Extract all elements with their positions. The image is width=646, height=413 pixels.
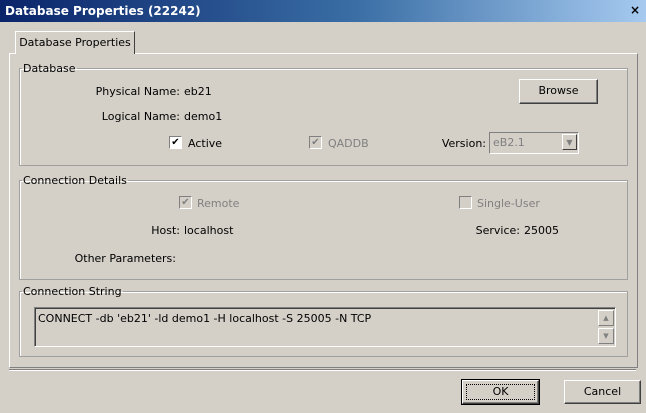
version-select: eB2.1 ▼ [489, 132, 579, 154]
ok-button[interactable]: OK [461, 379, 540, 405]
scroll-up-icon[interactable]: ▲ [598, 310, 614, 326]
footer-divider [9, 369, 636, 371]
close-icon[interactable]: × [627, 3, 643, 18]
version-value: eB2.1 [493, 136, 525, 149]
host-label: Host: [151, 224, 180, 237]
title-bar: Database Properties (22242) × [0, 0, 646, 22]
connection-string-value: CONNECT -db 'eb21' -ld demo1 -H localhos… [38, 312, 372, 325]
qaddb-checkbox: ✔ [309, 136, 322, 149]
service-label: Service: [475, 224, 520, 237]
cancel-button-label: Cancel [583, 385, 622, 398]
active-label: Active [188, 137, 223, 150]
tab-label: Database Properties [19, 36, 131, 49]
remote-checkbox: ✔ [179, 196, 192, 209]
connection-string-textarea[interactable]: CONNECT -db 'eb21' -ld demo1 -H localhos… [34, 307, 616, 347]
version-label: Version: [441, 137, 486, 150]
connection-details-legend: Connection Details [23, 174, 127, 187]
browse-button-label: Browse [538, 84, 579, 97]
physical-name-value: eb21 [184, 85, 212, 98]
cancel-button[interactable]: Cancel [564, 380, 641, 404]
active-checkbox[interactable]: ✔ [169, 136, 182, 149]
browse-button[interactable]: Browse [519, 79, 598, 104]
logical-name-value: demo1 [184, 110, 223, 123]
qaddb-label: QADDB [328, 137, 369, 150]
window-title: Database Properties (22242) [5, 4, 201, 18]
logical-name-label: Logical Name: [101, 110, 180, 123]
chevron-down-icon: ▼ [562, 134, 577, 150]
other-parameters-label: Other Parameters: [74, 252, 176, 265]
connection-string-legend: Connection String [23, 285, 122, 298]
single-user-label: Single-User [477, 197, 540, 210]
focus-ring [466, 384, 535, 400]
database-legend: Database [23, 62, 76, 75]
service-value: 25005 [524, 224, 559, 237]
scroll-down-icon[interactable]: ▼ [598, 328, 614, 344]
physical-name-label: Physical Name: [95, 85, 180, 98]
remote-label: Remote [197, 197, 240, 210]
single-user-checkbox [459, 196, 472, 209]
host-value: localhost [184, 224, 234, 237]
tab-database-properties[interactable]: Database Properties [15, 31, 135, 54]
